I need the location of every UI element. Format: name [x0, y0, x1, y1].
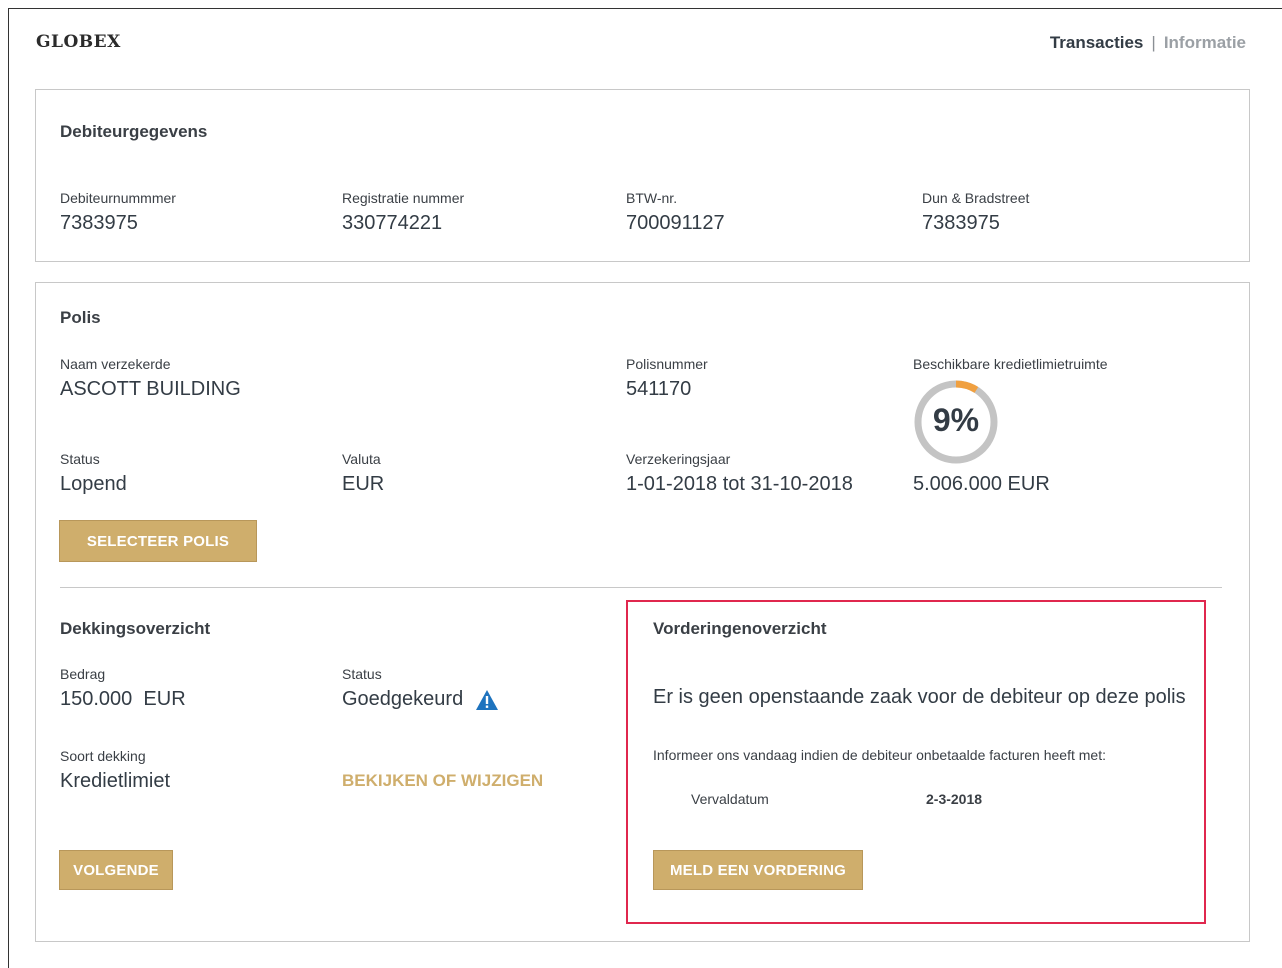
polisnummer-value: 541170 — [626, 378, 692, 400]
bedrag-label: Bedrag — [60, 666, 106, 682]
valuta-label: Valuta — [342, 451, 381, 467]
vordering-message: Er is geen openstaande zaak voor de debi… — [653, 686, 1186, 708]
bekijken-wijzigen-link[interactable]: BEKIJKEN OF WIJZIGEN — [342, 771, 543, 791]
soort-dekking-value: Kredietlimiet — [60, 770, 171, 792]
dekking-title: Dekkingsoverzicht — [60, 619, 211, 638]
verzekeringsjaar-label: Verzekeringsjaar — [626, 451, 731, 467]
dun-bradstreet-value: 7383975 — [922, 212, 1000, 234]
nav-separator: | — [1151, 33, 1156, 52]
polis-title: Polis — [60, 308, 101, 327]
meld-vordering-button[interactable]: MELD EEN VORDERING — [653, 850, 863, 890]
dekking-status-text: Goedgekeurd — [342, 688, 464, 710]
krediet-label: Beschikbare kredietlimietruimte — [913, 356, 1108, 372]
dun-bradstreet-label: Dun & Bradstreet — [922, 190, 1030, 206]
status-label: Status — [60, 451, 100, 467]
valuta-value: EUR — [342, 473, 385, 495]
verzekeringsjaar-value: 1-01-2018 tot 31-10-2018 — [626, 473, 853, 495]
section-divider — [60, 587, 1222, 588]
btw-value: 700091127 — [626, 212, 725, 234]
dekking-status-label: Status — [342, 666, 382, 682]
naam-verzekerde-value: ASCOTT BUILDING — [60, 378, 241, 400]
vervaldatum-value: 2-3-2018 — [926, 791, 983, 807]
nav-informatie[interactable]: Informatie — [1164, 33, 1246, 52]
top-nav: Transacties | Informatie — [1050, 33, 1246, 53]
polis-card: Polis Naam verzekerde ASCOTT BUILDING Po… — [35, 282, 1250, 942]
vervaldatum-label: Vervaldatum — [691, 791, 769, 807]
btw-label: BTW-nr. — [626, 190, 678, 206]
selecteer-polis-button[interactable]: SELECTEER POLIS — [59, 520, 257, 562]
polisnummer-label: Polisnummer — [626, 356, 708, 372]
status-value: Lopend — [60, 473, 127, 495]
debiteurnummer-label: Debiteurnummmer — [60, 190, 176, 206]
krediet-amount: 5.006.000 EUR — [913, 473, 1050, 495]
vordering-info: Informeer ons vandaag indien de debiteur… — [653, 747, 1106, 763]
volgende-button[interactable]: VOLGENDE — [59, 850, 173, 890]
debiteur-card: Debiteurgegevens Debiteurnummmer 7383975… — [35, 89, 1250, 262]
warning-icon[interactable] — [475, 689, 499, 711]
nav-transacties[interactable]: Transacties — [1050, 33, 1144, 52]
dekking-status-value: Goedgekeurd — [342, 688, 499, 711]
debiteurnummer-value: 7383975 — [60, 212, 138, 234]
krediet-percent: 9% — [932, 402, 980, 438]
bedrag-value: 150.000 EUR — [60, 688, 186, 710]
soort-dekking-label: Soort dekking — [60, 748, 146, 764]
brand-logo: GLOBEX — [36, 32, 121, 52]
vordering-title: Vorderingenoverzicht — [653, 619, 827, 638]
debiteur-title: Debiteurgegevens — [60, 122, 208, 141]
registratie-value: 330774221 — [342, 212, 443, 234]
registratie-label: Registratie nummer — [342, 190, 465, 206]
naam-verzekerde-label: Naam verzekerde — [60, 356, 171, 372]
